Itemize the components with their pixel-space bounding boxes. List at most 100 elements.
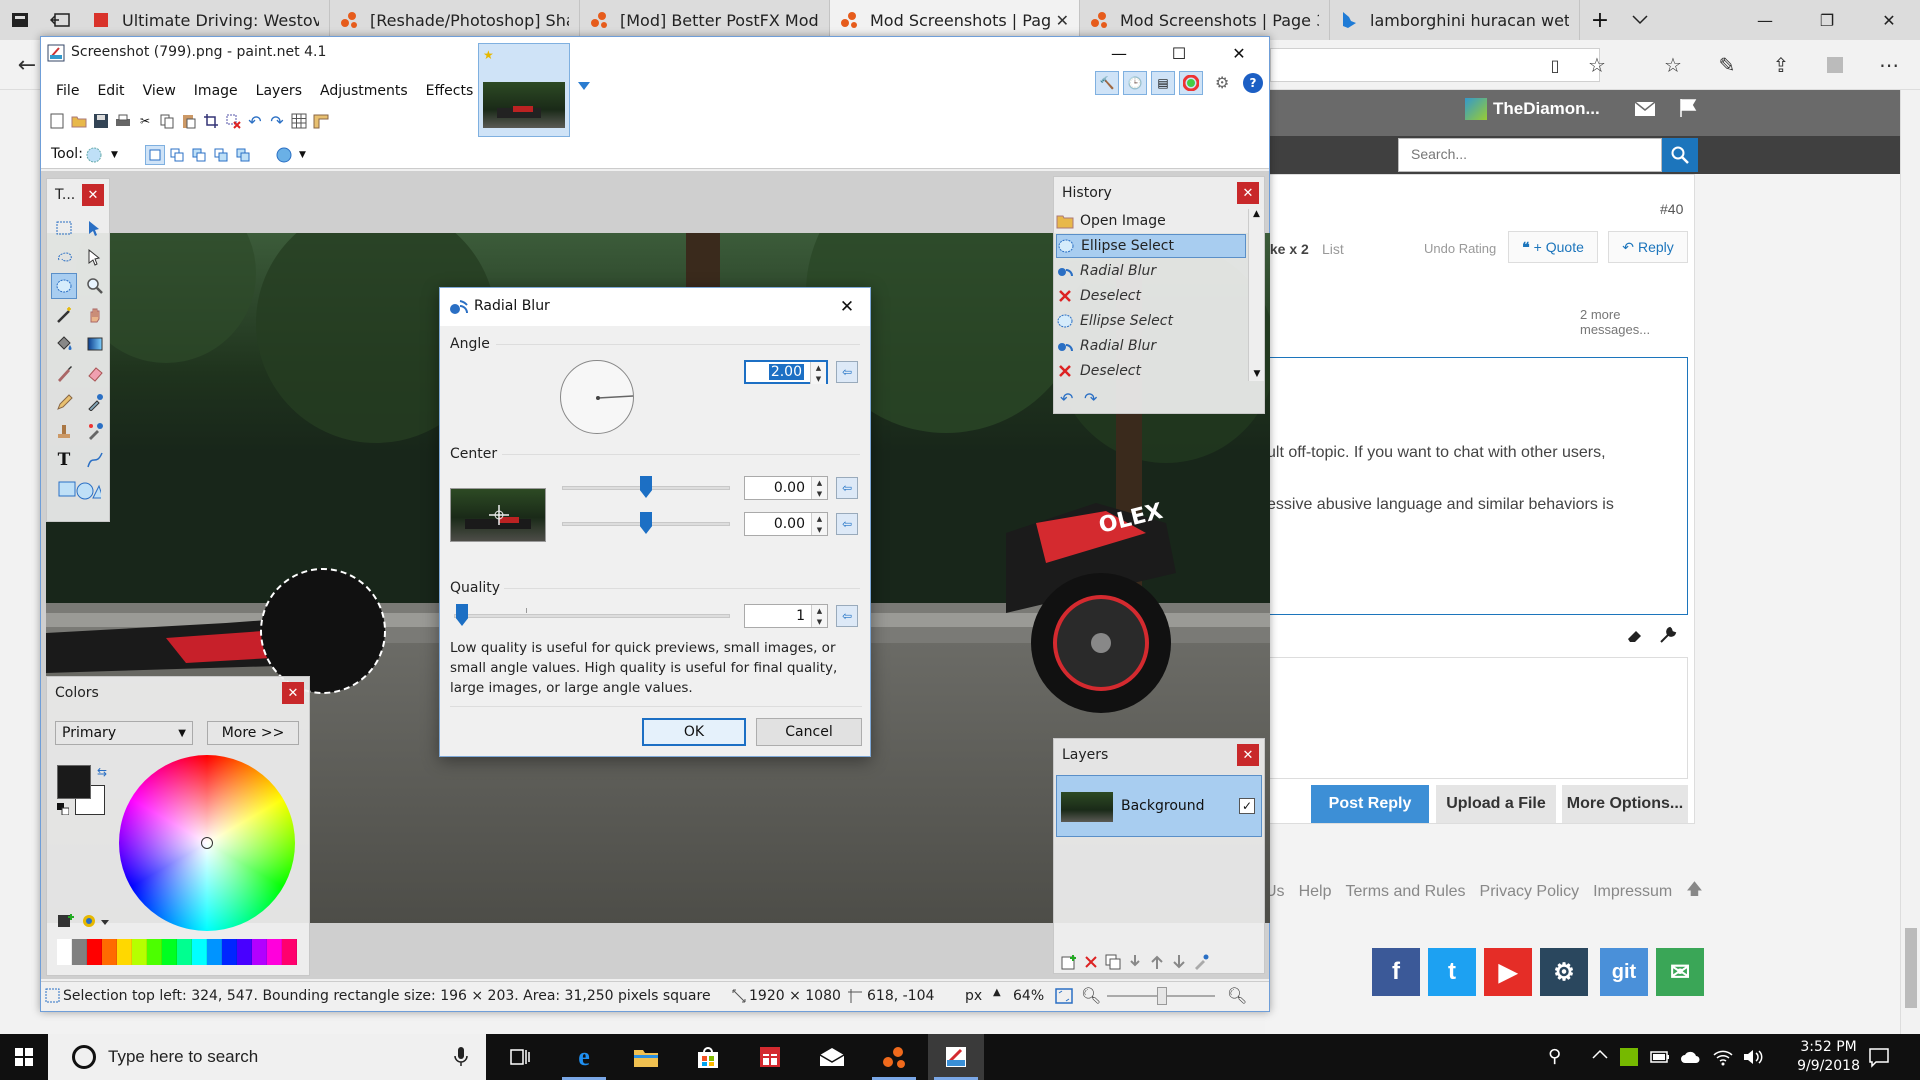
chevron-down-icon[interactable]: ▼ [1249,369,1265,379]
steam-icon[interactable]: ⚙ [1540,948,1588,996]
reset-colors-icon[interactable] [57,803,69,815]
twitter-icon[interactable]: t [1428,948,1476,996]
browser-tab[interactable]: Ultimate Driving: Westover [82,0,330,40]
palette-swatch[interactable] [207,939,222,965]
history-item[interactable]: Deselect [1056,359,1246,381]
set-aside-tabs-icon[interactable] [40,0,80,40]
palette-swatch[interactable] [147,939,162,965]
zoom-slider[interactable] [1107,987,1215,1005]
wrench-icon[interactable] [1658,625,1680,647]
ellipse-select-icon[interactable] [51,273,77,299]
delete-layer-icon[interactable] [1082,953,1100,971]
zoom-level[interactable]: 64% [1013,988,1044,1004]
quality-input[interactable]: 1 ▲ ▼ [744,604,828,628]
tools-window-icon[interactable]: 🔨 [1095,71,1119,95]
racing-dept-app-icon[interactable] [866,1034,922,1080]
palette-swatch[interactable] [192,939,207,965]
chevron-up-icon[interactable]: ▲ [1249,209,1264,219]
swap-colors-icon[interactable]: ⇆ [97,765,107,779]
microphone-icon[interactable] [454,1046,468,1068]
email-icon[interactable]: ✉ [1656,948,1704,996]
file-explorer-icon[interactable] [618,1034,674,1080]
color-picker-icon[interactable] [82,389,108,415]
system-clock[interactable]: 3:52 PM 9/9/2018 [1797,1038,1860,1076]
magic-wand-icon[interactable] [51,302,77,328]
spin-arrows[interactable]: ▲ ▼ [811,477,827,499]
upload-file-button[interactable]: Upload a File [1436,785,1556,823]
color-wheel[interactable] [119,755,295,931]
move-layer-down-icon[interactable] [1170,953,1188,971]
eraser-icon[interactable] [82,360,108,386]
history-item[interactable]: Open Image [1056,209,1246,233]
close-icon[interactable]: ✕ [82,184,104,206]
redo-icon[interactable]: ↷ [1084,389,1097,408]
nvidia-icon[interactable] [1620,1048,1638,1066]
store-icon[interactable] [680,1034,736,1080]
antialias-selector[interactable]: ▼ [275,145,315,165]
selection-replace-icon[interactable] [145,145,165,165]
paint-bucket-icon[interactable] [51,331,77,357]
selection-union-icon[interactable] [167,145,187,165]
palette-swatch[interactable] [222,939,237,965]
lasso-select-icon[interactable] [51,244,77,270]
menu-effects[interactable]: Effects [417,79,483,103]
page-scrollbar[interactable] [1900,90,1920,1034]
spin-arrows[interactable]: ▲ ▼ [811,605,827,627]
menu-file[interactable]: File [47,79,88,103]
history-window-icon[interactable]: 🕒 [1123,71,1147,95]
chevron-up-icon[interactable]: ▲ [993,987,1001,998]
likes-list-link[interactable]: List [1322,241,1344,257]
footer-link[interactable]: Impressum [1593,883,1672,901]
colors-window-icon[interactable] [1179,71,1203,95]
quality-slider[interactable] [454,614,730,618]
facebook-icon[interactable]: f [1372,948,1420,996]
youtube-icon[interactable]: ▶ [1484,948,1532,996]
footer-link[interactable]: Terms and Rules [1345,883,1465,901]
cut-icon[interactable]: ✂ [135,111,155,131]
volume-icon[interactable] [1742,1048,1764,1066]
onedrive-cloud-icon[interactable] [1680,1048,1702,1066]
open-folder-icon[interactable] [69,111,89,131]
people-icon[interactable]: ⚲ [1548,1046,1561,1067]
history-scrollbar[interactable]: ▲ ▼ [1248,209,1264,381]
menu-edit[interactable]: Edit [88,79,133,103]
print-icon[interactable] [113,111,133,131]
more-options-button[interactable]: More Options... [1562,785,1688,823]
paintbrush-icon[interactable] [51,360,77,386]
alerts-flag-icon[interactable] [1678,98,1698,118]
close-icon[interactable]: ✕ [1237,182,1259,204]
palette-swatch[interactable] [132,939,147,965]
minimize-icon[interactable]: — [1089,37,1149,69]
palette-swatch[interactable] [102,939,117,965]
palette-swatch[interactable] [57,939,72,965]
settings-gear-icon[interactable]: ⚙ [1215,73,1235,93]
center-preview-thumbnail[interactable] [450,488,546,542]
palette-swatch[interactable] [282,939,297,965]
center-x-input[interactable]: 0.00 ▲ ▼ [744,476,828,500]
palette-swatch[interactable] [237,939,252,965]
ok-button[interactable]: OK [642,718,746,746]
center-y-slider-thumb[interactable] [640,512,652,534]
action-center-icon[interactable] [1868,1046,1890,1068]
tab-manager-icon[interactable] [0,0,40,40]
close-icon[interactable]: ✕ [1209,37,1269,69]
grid-icon[interactable] [289,111,309,131]
paste-icon[interactable] [179,111,199,131]
center-y-input[interactable]: 0.00 ▲ ▼ [744,512,828,536]
undo-icon[interactable]: ↶ [245,111,265,131]
line-curve-icon[interactable] [82,447,108,473]
palette-swatch[interactable] [267,939,282,965]
site-search-input[interactable]: Search... [1398,138,1662,172]
ruler-icon[interactable] [311,111,331,131]
angle-dial[interactable] [560,360,634,434]
help-icon[interactable]: ? [1243,73,1263,93]
layer-item[interactable]: Background ✓ [1056,775,1262,837]
reset-center-x-icon[interactable]: ⇦ [836,477,858,499]
save-icon[interactable] [91,111,111,131]
chevron-down-icon[interactable] [577,79,591,93]
wifi-icon[interactable] [1712,1048,1734,1066]
layer-properties-icon[interactable] [1192,953,1210,971]
post-reply-button[interactable]: Post Reply [1311,785,1429,823]
search-icon[interactable] [1662,138,1698,172]
back-arrow-icon[interactable]: ← [10,48,44,82]
